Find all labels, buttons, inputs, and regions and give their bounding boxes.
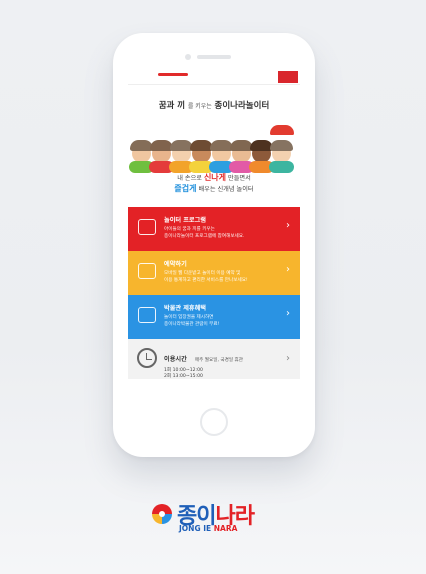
menu-card-title: 예약하기 (164, 261, 187, 268)
brand-logo: 종이나라 JONG IE NARA (150, 500, 280, 540)
pinwheel-icon (152, 504, 172, 524)
child-figure (249, 144, 274, 173)
top-bar (128, 63, 300, 85)
menu-button[interactable] (278, 71, 298, 83)
tagline-post: 만들면서 (228, 175, 251, 182)
children-photo (128, 119, 300, 173)
tagline-pre: 내 손으로 (177, 175, 202, 182)
child-figure (189, 144, 214, 173)
hat-decoration (270, 125, 294, 135)
chevron-right-icon: › (286, 264, 290, 275)
child-figure (209, 144, 234, 173)
child-figure (229, 144, 254, 173)
speaker-grille (197, 55, 231, 59)
hours-session: 2회 13:00~15:00 (164, 374, 203, 379)
camera-icon (185, 54, 191, 60)
hours-note: 매주 월요일, 국경일 휴관 (194, 358, 243, 363)
site-logo[interactable] (158, 73, 188, 76)
brand-name-en: JONG IE NARA (179, 524, 238, 533)
child-figure (269, 144, 294, 173)
pencil-icon (138, 219, 156, 235)
child-figure (129, 144, 154, 173)
menu-card-desc: 모바일 웹 다운받고 놀이터 이용 예약 및 이용 통계하고 편리한 서비스를 … (164, 271, 248, 283)
chevron-right-icon: › (286, 308, 290, 319)
page-headline: 꿈과 끼 를 키우는 종이나라놀이터 (128, 99, 300, 111)
chevron-right-icon: › (286, 353, 290, 364)
menu-card-museum[interactable]: 박물관 제휴혜택 놀이터 입장권을 제시하면 종이나라박물관 관람이 무료! › (128, 295, 300, 339)
tagline: 내 손으로 신나게 만들면서 즐겁게 배우는 신개념 놀이터 (128, 173, 300, 195)
menu-card-reservation[interactable]: 예약하기 모바일 웹 다운받고 놀이터 이용 예약 및 이용 통계하고 편리한 … (128, 251, 300, 295)
phone-mockup: 꿈과 끼 를 키우는 종이나라놀이터 내 손으로 신나게 만들면서 즐겁게 배우… (113, 33, 315, 457)
menu-card-title: 놀이터 프로그램 (164, 217, 207, 224)
menu-card-desc: 아이들의 꿈과 끼를 키우는 종이나라놀이터 프로그램에 참여해보세요. (164, 227, 245, 239)
chevron-right-icon: › (286, 220, 290, 231)
hours-title: 이용시간 (164, 356, 187, 363)
menu-card-program[interactable]: 놀이터 프로그램 아이들의 꿈과 끼를 키우는 종이나라놀이터 프로그램에 참여… (128, 207, 300, 251)
tagline-highlight-red: 신나게 (203, 173, 227, 182)
tagline-line2: 배우는 신개념 놀이터 (198, 186, 254, 193)
headline-connector: 를 키우는 (187, 103, 212, 110)
tagline-highlight-blue: 즐겁게 (174, 184, 197, 193)
clock-icon (137, 348, 157, 368)
child-figure (149, 144, 174, 173)
calendar-icon (138, 263, 156, 279)
child-figure (169, 144, 194, 173)
phone-screen: 꿈과 끼 를 키우는 종이나라놀이터 내 손으로 신나게 만들면서 즐겁게 배우… (128, 63, 300, 387)
menu-card-title: 박물관 제휴혜택 (164, 305, 207, 312)
handshake-icon (138, 307, 156, 323)
headline-dream: 꿈과 끼 (158, 101, 186, 111)
menu-card-desc: 놀이터 입장권을 제시하면 종이나라박물관 관람이 무료! (164, 315, 220, 327)
headline-brand: 종이나라놀이터 (214, 101, 270, 111)
hours-card[interactable]: 이용시간 매주 월요일, 국경일 휴관 1회 10:00~12:00 2회 13… (128, 339, 300, 379)
home-button[interactable] (200, 408, 228, 436)
